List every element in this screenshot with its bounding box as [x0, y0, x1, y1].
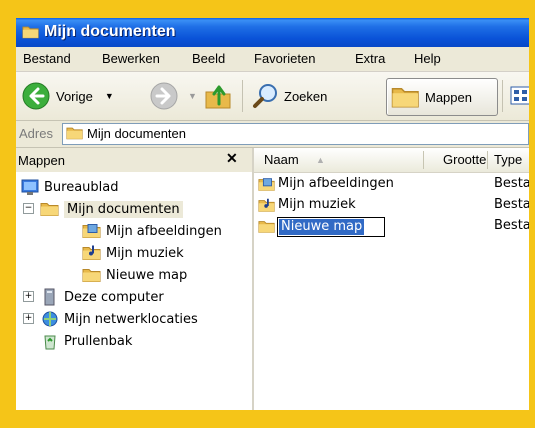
tree-label: Mijn muziek	[106, 245, 184, 261]
forward-button[interactable]: ▼	[150, 78, 197, 114]
expand-icon[interactable]: +	[23, 313, 34, 324]
toolbar-separator	[242, 80, 243, 112]
tree-item-recycle-bin[interactable]: Prullenbak	[40, 330, 132, 352]
content-area: Mappen ✕ Bureaublad − Mijn documenten Mi…	[16, 148, 529, 410]
toolbar: Vorige ▼ ▼ Zoeken Mappen	[16, 72, 529, 121]
title-bar[interactable]: Mijn documenten	[16, 18, 529, 47]
expand-icon[interactable]: +	[23, 291, 34, 302]
menu-bar: Bestand Bewerken Beeld Favorieten Extra …	[16, 47, 529, 72]
back-button[interactable]: Vorige ▼	[22, 78, 114, 114]
folder-icon	[258, 218, 276, 235]
music-folder-icon	[258, 198, 276, 214]
tree-label: Mijn documenten	[64, 200, 183, 218]
close-icon[interactable]: ✕	[226, 150, 238, 167]
folders-pane: Mappen ✕ Bureaublad − Mijn documenten Mi…	[16, 148, 254, 410]
address-value: Mijn documenten	[87, 126, 186, 141]
file-type: Besta	[494, 218, 529, 233]
music-folder-icon	[82, 245, 102, 262]
tree-item-new-folder[interactable]: Nieuwe map	[82, 264, 187, 286]
menu-beeld[interactable]: Beeld	[192, 51, 225, 66]
tree-item-my-music[interactable]: Mijn muziek	[82, 242, 184, 264]
rename-text: Nieuwe map	[279, 219, 365, 235]
file-type: Besta	[494, 176, 529, 191]
file-name: Mijn afbeeldingen	[278, 176, 394, 191]
views-button[interactable]	[510, 78, 529, 114]
folders-icon	[391, 84, 421, 110]
documents-folder-icon	[40, 200, 60, 218]
recycle-bin-icon	[44, 335, 56, 350]
address-label: Adres	[19, 126, 53, 141]
forward-arrow-icon	[150, 82, 178, 110]
column-header-size[interactable]: Grootte	[443, 152, 486, 167]
menu-bewerken[interactable]: Bewerken	[102, 51, 160, 66]
column-divider[interactable]	[423, 151, 424, 169]
search-icon	[253, 84, 277, 108]
folders-pane-title: Mappen	[18, 153, 65, 168]
menu-extra[interactable]: Extra	[355, 51, 385, 66]
file-type: Besta	[494, 197, 529, 212]
collapse-icon[interactable]: −	[23, 203, 34, 214]
folders-button[interactable]: Mappen	[386, 78, 498, 116]
list-row[interactable]: Mijn afbeeldingen Besta	[254, 174, 529, 196]
tree-item-desktop[interactable]: Bureaublad	[20, 176, 119, 198]
sort-ascending-icon: ▲	[316, 155, 325, 165]
toolbar-separator	[502, 80, 503, 112]
search-label: Zoeken	[284, 88, 328, 104]
tree-label: Bureaublad	[44, 179, 119, 195]
list-header: Naam ▲ Grootte Type	[254, 148, 529, 173]
tree-label: Prullenbak	[64, 333, 133, 349]
file-name: Mijn muziek	[278, 197, 356, 212]
list-row[interactable]: Mijn muziek Besta	[254, 195, 529, 217]
back-arrow-icon	[22, 82, 50, 110]
tree-item-my-pictures[interactable]: Mijn afbeeldingen	[82, 220, 222, 242]
tree-label: Mijn netwerklocaties	[64, 311, 198, 327]
views-icon	[510, 86, 529, 105]
folder-icon	[22, 24, 40, 40]
back-dropdown-icon[interactable]: ▼	[105, 91, 114, 101]
search-button[interactable]: Zoeken	[252, 78, 327, 114]
desktop-icon	[21, 179, 39, 195]
up-folder-button[interactable]	[204, 78, 234, 114]
column-header-type[interactable]: Type	[494, 152, 522, 167]
computer-icon	[44, 288, 55, 306]
menu-favorieten[interactable]: Favorieten	[254, 51, 315, 66]
forward-dropdown-icon[interactable]: ▼	[188, 91, 197, 101]
tree-item-my-computer[interactable]: Deze computer	[40, 286, 164, 308]
column-header-name[interactable]: Naam	[264, 152, 299, 167]
rename-field[interactable]: Nieuwe map	[277, 217, 385, 237]
folders-pane-header: Mappen ✕	[16, 148, 252, 172]
address-bar: Adres Mijn documenten	[16, 121, 529, 148]
window-title: Mijn documenten	[44, 23, 176, 40]
pictures-folder-icon	[82, 224, 102, 240]
back-label: Vorige	[56, 88, 93, 104]
tree-label: Nieuwe map	[106, 267, 188, 283]
address-field[interactable]: Mijn documenten	[62, 123, 529, 145]
documents-folder-icon	[66, 125, 84, 141]
list-row[interactable]: Nieuwe map Besta	[254, 216, 529, 238]
file-list: Naam ▲ Grootte Type Mijn afbeeldingen Be…	[254, 148, 529, 410]
tree-label: Deze computer	[64, 289, 164, 305]
menu-bestand[interactable]: Bestand	[23, 51, 71, 66]
pictures-folder-icon	[258, 178, 276, 193]
folders-label: Mappen	[425, 89, 472, 105]
folder-icon	[82, 266, 102, 284]
tree-item-my-documents[interactable]: Mijn documenten	[40, 198, 183, 220]
tree-item-network-places[interactable]: Mijn netwerklocaties	[40, 308, 198, 330]
menu-help[interactable]: Help	[414, 51, 441, 66]
tree-label: Mijn afbeeldingen	[106, 223, 222, 239]
column-divider[interactable]	[487, 151, 488, 169]
explorer-window: Mijn documenten Bestand Bewerken Beeld F…	[16, 18, 529, 410]
up-folder-icon	[205, 85, 231, 109]
network-icon	[42, 311, 58, 327]
